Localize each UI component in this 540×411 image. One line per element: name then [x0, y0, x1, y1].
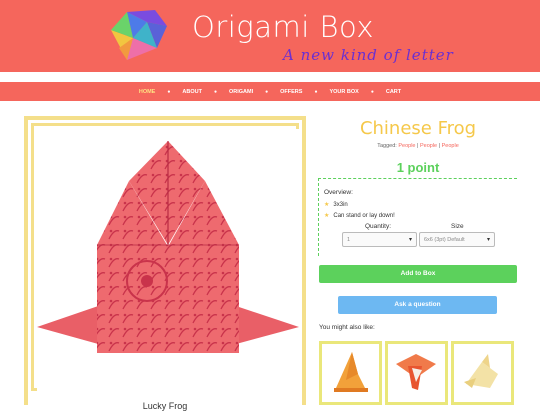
star-bullet-icon: ★: [324, 202, 330, 208]
nav-offers[interactable]: OFFERS: [280, 89, 302, 95]
chevron-down-icon: ▾: [486, 237, 490, 243]
product-image-frame: Lucky Frog: [24, 116, 306, 411]
brand-tagline: A new kind of letter: [283, 46, 454, 64]
product-photo-border: [31, 123, 299, 391]
nav-separator: ●: [370, 88, 374, 95]
product-photo[interactable]: [37, 129, 299, 391]
recommendation-image: [322, 344, 379, 402]
product-details-box: Overview: ★ 3x3in ★ Can stand or lay down!…: [318, 178, 517, 256]
header-gap: [0, 72, 540, 82]
recommendation-image: [454, 344, 511, 402]
tag-link[interactable]: People: [398, 143, 415, 149]
nav-separator: ●: [314, 88, 318, 95]
product-image-caption: Lucky Frog: [142, 401, 188, 411]
nav-separator: ●: [167, 88, 171, 95]
feature-item: ★ 3x3in: [324, 202, 348, 208]
product-image-card: Lucky Frog: [28, 120, 302, 411]
quantity-select[interactable]: 1 ▾: [342, 232, 417, 247]
recommendation-image: [388, 344, 445, 402]
tag-link[interactable]: People: [442, 143, 459, 149]
nav-separator: ●: [265, 88, 269, 95]
size-select[interactable]: 6x6 (3pt) Default ▾: [419, 232, 495, 247]
recommendation-thumb[interactable]: [451, 341, 514, 405]
recommendation-thumb[interactable]: [385, 341, 448, 405]
recommendations-heading: You might also like:: [319, 324, 375, 331]
nav-about[interactable]: ABOUT: [182, 89, 202, 95]
site-header: Origami Box A new kind of letter: [0, 0, 540, 72]
origami-box-logo-icon[interactable]: [107, 8, 175, 64]
brand-title[interactable]: Origami Box: [192, 10, 374, 44]
size-label: Size: [451, 223, 464, 230]
nav-cart[interactable]: CART: [386, 89, 401, 95]
recommendation-thumb[interactable]: [319, 341, 382, 405]
product-tags: Tagged: People | People | People: [377, 143, 459, 149]
nav-origami[interactable]: ORIGAMI: [229, 89, 253, 95]
overview-label: Overview:: [324, 189, 353, 196]
tag-link[interactable]: People: [420, 143, 437, 149]
chevron-down-icon: ▾: [408, 237, 412, 243]
nav-separator: ●: [213, 88, 217, 95]
ask-question-button[interactable]: Ask a question: [338, 296, 497, 314]
add-to-box-button[interactable]: Add to Box: [319, 265, 517, 283]
product-points: 1 point: [396, 160, 440, 175]
tagged-label: Tagged:: [377, 143, 397, 149]
nav-your-box[interactable]: YOUR BOX: [329, 89, 358, 95]
main-nav: HOME ● ABOUT ● ORIGAMI ● OFFERS ● YOUR B…: [0, 82, 540, 101]
product-title: Chinese Frog: [359, 118, 477, 139]
star-bullet-icon: ★: [324, 213, 330, 219]
feature-item: ★ Can stand or lay down!: [324, 213, 395, 219]
nav-home[interactable]: HOME: [139, 89, 156, 95]
quantity-label: Quantity:: [365, 223, 392, 230]
